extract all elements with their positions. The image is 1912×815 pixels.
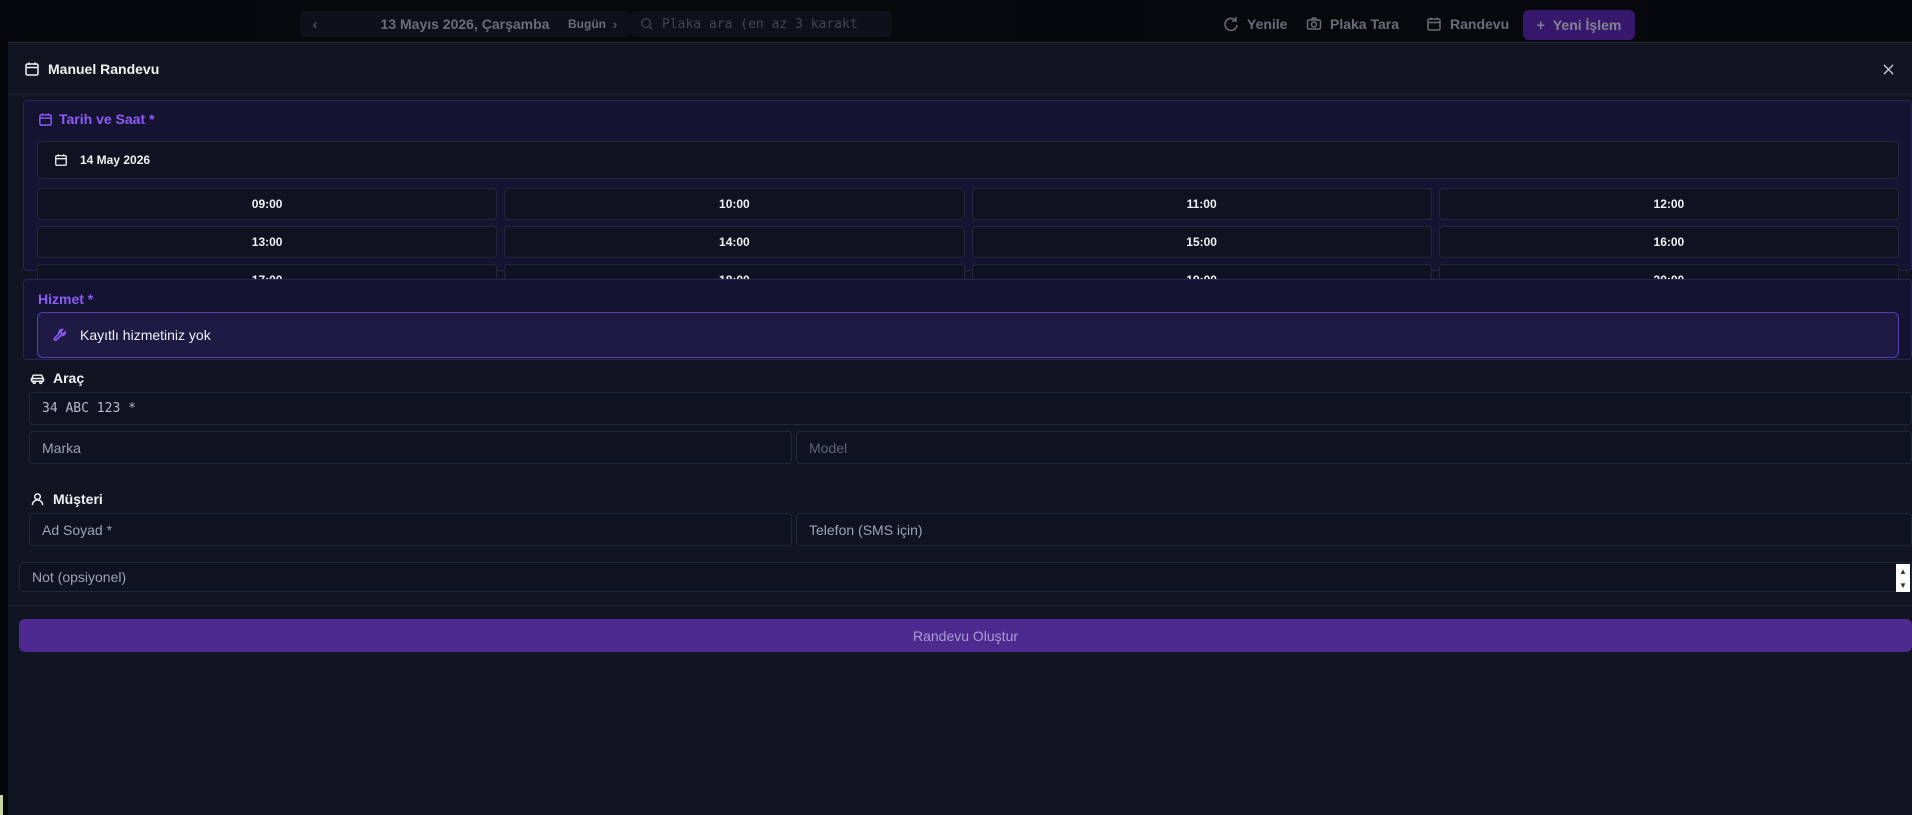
date-time-title: Tarih ve Saat * <box>38 111 154 127</box>
time-slot[interactable]: 12:00 <box>1438 188 1899 220</box>
camera-icon <box>1306 17 1322 30</box>
textarea-scroll-arrows[interactable]: ▲ ▼ <box>1896 564 1910 592</box>
calendar-icon <box>55 154 67 166</box>
plate-search-input[interactable]: Plaka ara (en az 3 karakt <box>630 11 892 37</box>
service-empty-text: Kayıtlı hizmetiniz yok <box>80 327 211 343</box>
create-appointment-button[interactable]: Randevu Oluştur <box>19 619 1912 652</box>
background-toolbar: ‹ 13 Mayıs 2026, Çarşamba › Bugün Plaka … <box>0 0 1912 42</box>
search-icon <box>641 18 653 30</box>
new-transaction-button[interactable]: + Yeni İşlem <box>1523 10 1635 40</box>
new-transaction-label: Yeni İşlem <box>1552 17 1622 33</box>
user-icon <box>31 492 44 505</box>
model-input[interactable]: Model <box>796 431 1912 464</box>
appointment-label: Randevu <box>1450 16 1510 32</box>
note-placeholder: Not (opsiyonel) <box>32 569 127 585</box>
time-slot[interactable]: 16:00 <box>1438 226 1899 258</box>
calendar-icon <box>25 62 39 76</box>
brand-input[interactable]: Marka <box>29 431 792 464</box>
calendar-icon <box>1427 17 1441 31</box>
service-selector[interactable]: Kayıtlı hizmetiniz yok <box>37 312 1899 358</box>
plate-input[interactable]: 34 ABC 123 * <box>29 392 1912 425</box>
date-time-title-text: Tarih ve Saat * <box>59 111 155 127</box>
selected-date: 14 May 2026 <box>80 153 151 167</box>
customer-title: Müşteri <box>30 491 103 507</box>
full-name-input[interactable]: Ad Soyad * <box>29 513 792 546</box>
appointment-button[interactable]: Randevu <box>1418 11 1517 37</box>
time-slot[interactable]: 09:00 <box>37 188 498 220</box>
date-picker[interactable]: 14 May 2026 <box>37 141 1899 179</box>
search-placeholder: Plaka ara (en az 3 karakt <box>662 16 858 32</box>
service-title: Hizmet * <box>38 291 94 307</box>
wrench-icon <box>53 328 66 342</box>
time-slot[interactable]: 13:00 <box>37 226 498 258</box>
car-icon <box>30 374 45 384</box>
left-edge-strip <box>0 42 8 815</box>
refresh-label: Yenile <box>1247 16 1288 32</box>
time-slot[interactable]: 15:00 <box>971 226 1432 258</box>
refresh-icon <box>1224 17 1238 32</box>
scan-plate-label: Plaka Tara <box>1330 16 1400 32</box>
phone-input[interactable]: Telefon (SMS için) <box>796 513 1912 546</box>
close-icon <box>1882 63 1894 75</box>
vehicle-title: Araç <box>30 370 84 386</box>
vehicle-title-text: Araç <box>53 370 85 386</box>
note-textarea[interactable]: Not (opsiyonel) ▲ ▼ <box>19 562 1912 592</box>
customer-title-text: Müşteri <box>53 491 103 507</box>
scroll-down-icon[interactable]: ▼ <box>1899 581 1907 590</box>
chevron-left-icon[interactable]: ‹ <box>300 16 330 32</box>
scroll-up-icon[interactable]: ▲ <box>1899 567 1907 576</box>
today-button[interactable]: Bugün <box>552 11 622 37</box>
calendar-icon <box>39 112 52 126</box>
modal-header: Manuel Randevu <box>8 43 1912 95</box>
time-slot[interactable]: 11:00 <box>971 188 1432 220</box>
footer-divider <box>8 605 1912 606</box>
refresh-button[interactable]: Yenile <box>1215 11 1295 37</box>
time-slot[interactable]: 14:00 <box>504 226 965 258</box>
close-button[interactable] <box>1878 59 1898 79</box>
scan-plate-button[interactable]: Plaka Tara <box>1298 11 1407 37</box>
time-slot[interactable]: 10:00 <box>504 188 965 220</box>
plus-icon: + <box>1536 17 1545 33</box>
date-time-section: Tarih ve Saat * 14 May 2026 09:00 10:00 … <box>23 100 1912 296</box>
manual-appointment-modal: Manuel Randevu Tarih ve Saat * 14 May 20… <box>8 42 1912 815</box>
modal-title: Manuel Randevu <box>48 60 160 77</box>
service-section: Hizmet * Kayıtlı hizmetiniz yok <box>23 279 1912 360</box>
